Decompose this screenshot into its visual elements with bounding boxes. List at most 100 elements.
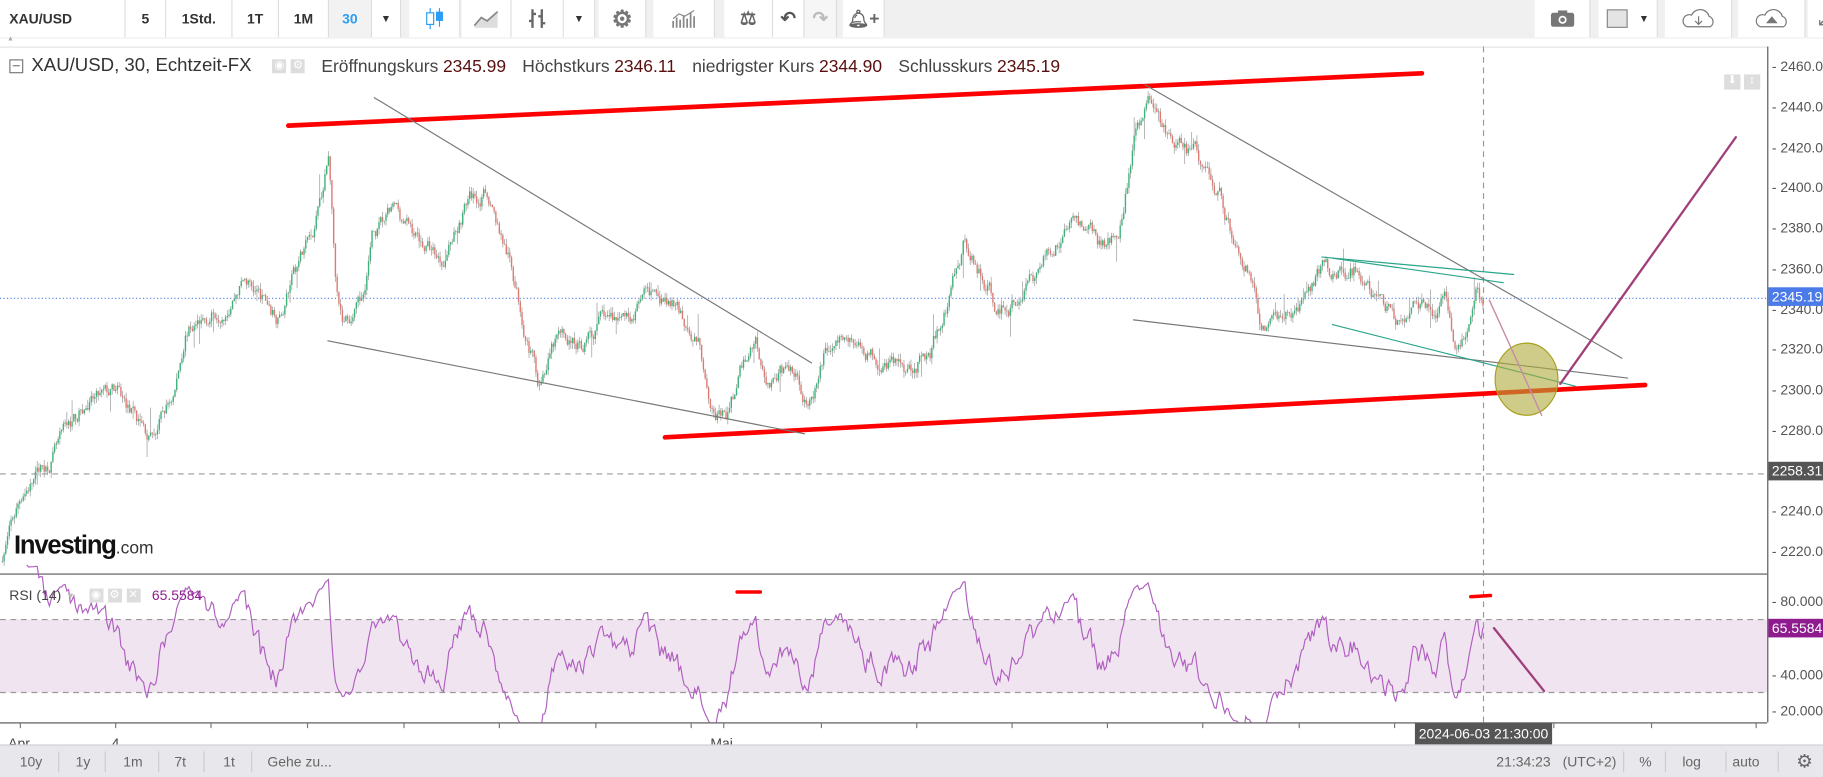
projection-up-line[interactable] [1559, 136, 1737, 386]
candle-up [589, 331, 591, 333]
arrow-down-icon[interactable]: ⬇ [1724, 74, 1741, 90]
candle-down [903, 364, 905, 372]
candle-up [809, 399, 811, 406]
toolbar: XAU/USD 5 1Std. 1T 1M 30 ▼ ▼ ⚙ ⚖ ↶ ↷ 🔔︎+… [0, 0, 1823, 40]
color-button[interactable]: ▼ [1598, 0, 1658, 38]
close-icon[interactable]: ✕ [126, 588, 141, 603]
load-button[interactable] [1664, 0, 1733, 38]
candle-down [1281, 316, 1284, 319]
candle-down [910, 364, 912, 371]
chart-canvas[interactable] [0, 46, 1768, 745]
gear-icon[interactable]: ⚙ [1796, 750, 1813, 773]
indicators-button[interactable] [653, 0, 716, 38]
rsi-label[interactable]: RSI (14) [9, 587, 61, 603]
redo-button[interactable]: ↷ [804, 0, 838, 38]
candlestick-button[interactable] [409, 0, 461, 38]
collapse-arrow-icon[interactable]: ▲ [7, 36, 14, 43]
candle-up [578, 341, 581, 343]
candle-up [660, 298, 663, 304]
save-button[interactable] [1738, 0, 1806, 38]
trend-line[interactable] [373, 97, 813, 364]
gear-icon[interactable]: ⚙ [107, 588, 122, 603]
candle-down [275, 315, 277, 324]
candle-down [1007, 311, 1010, 316]
bar-chart-button[interactable] [511, 0, 564, 38]
trend-line[interactable] [327, 340, 806, 435]
candle-up [1466, 331, 1468, 338]
candle-down [1056, 245, 1059, 247]
candle-up [1292, 313, 1294, 318]
percent-toggle[interactable]: % [1639, 754, 1651, 770]
undo-button[interactable]: ↶ [773, 0, 805, 38]
chart-type-dropdown[interactable]: ▼ [563, 0, 596, 38]
resize-vertical-icon[interactable]: ↕ [1743, 74, 1761, 90]
candle-up [1140, 120, 1142, 126]
interval-1m[interactable]: 1M [279, 0, 330, 38]
eye-icon[interactable]: ◉ [89, 588, 104, 603]
interval-dropdown[interactable]: ▼ [372, 0, 402, 38]
settings-button[interactable]: ⚙ [598, 0, 647, 38]
symbol-button[interactable]: XAU/USD [0, 0, 126, 38]
candle-up [584, 342, 586, 352]
wedge-line[interactable] [1331, 257, 1504, 284]
candle-down [500, 233, 502, 236]
candle-down [695, 336, 698, 342]
range-7t[interactable]: 7t [174, 754, 186, 770]
candle-up [908, 364, 910, 369]
target-zone-ellipse[interactable] [1494, 342, 1559, 416]
drawings[interactable] [286, 70, 1737, 693]
symbol-title[interactable]: XAU/USD, 30, Echtzeit-FX [31, 56, 251, 77]
candle-down [1047, 249, 1050, 251]
interval-5[interactable]: 5 [125, 0, 167, 38]
candle-down [1255, 287, 1257, 298]
candle-down [1238, 246, 1240, 254]
range-1t[interactable]: 1t [223, 754, 235, 770]
candle-down [877, 364, 879, 370]
log-toggle[interactable]: log [1682, 754, 1701, 770]
interval-1h[interactable]: 1Std. [166, 0, 233, 38]
candle-down [563, 328, 565, 334]
candle-up [823, 353, 825, 366]
candle-down [973, 255, 975, 264]
candle-up [1020, 301, 1022, 303]
line-chart-button[interactable] [461, 0, 512, 38]
candle-up [1320, 266, 1322, 274]
candle-up [601, 310, 603, 312]
range-1y[interactable]: 1y [76, 754, 91, 770]
interval-1d[interactable]: 1T [232, 0, 280, 38]
time-tick [820, 722, 822, 729]
candle-down [1213, 185, 1216, 194]
timezone-button[interactable]: (UTC+2) [1563, 754, 1617, 770]
gear-icon[interactable]: ⚙ [291, 59, 306, 74]
candle-up [1311, 282, 1313, 292]
collapse-legend-icon[interactable] [9, 59, 24, 74]
candle-up [240, 281, 242, 287]
candle-up [67, 421, 70, 425]
compare-button[interactable]: ⚖ [724, 0, 774, 38]
auto-toggle[interactable]: auto [1732, 754, 1759, 770]
candle-down [121, 395, 124, 398]
chevron-down-icon[interactable]: ▼ [66, 590, 75, 600]
fullscreen-button[interactable]: ⤢ [1807, 0, 1823, 38]
upper-channel-line[interactable] [286, 70, 1425, 128]
candle-down [66, 422, 68, 425]
candle-up [1426, 303, 1428, 308]
alert-button[interactable]: 🔔︎+ [842, 0, 885, 38]
rsi-high-marker[interactable] [1468, 593, 1493, 599]
candle-down [517, 288, 520, 302]
range-10y[interactable]: 10y [20, 754, 43, 770]
candle-down [217, 319, 220, 323]
snapshot-button[interactable] [1534, 0, 1591, 38]
candle-down [1182, 143, 1184, 148]
candle-down [108, 392, 110, 396]
eye-icon[interactable]: ◉ [272, 59, 287, 74]
goto-date-button[interactable]: Gehe zu... [267, 754, 331, 770]
candle-up [1060, 243, 1062, 248]
candle-up [770, 382, 773, 388]
trend-line[interactable] [1144, 84, 1623, 359]
candle-up [941, 325, 944, 329]
range-1m[interactable]: 1m [123, 754, 142, 770]
interval-30[interactable]: 30 [329, 0, 373, 38]
candle-up [1039, 266, 1041, 270]
candle-down [1232, 238, 1235, 245]
